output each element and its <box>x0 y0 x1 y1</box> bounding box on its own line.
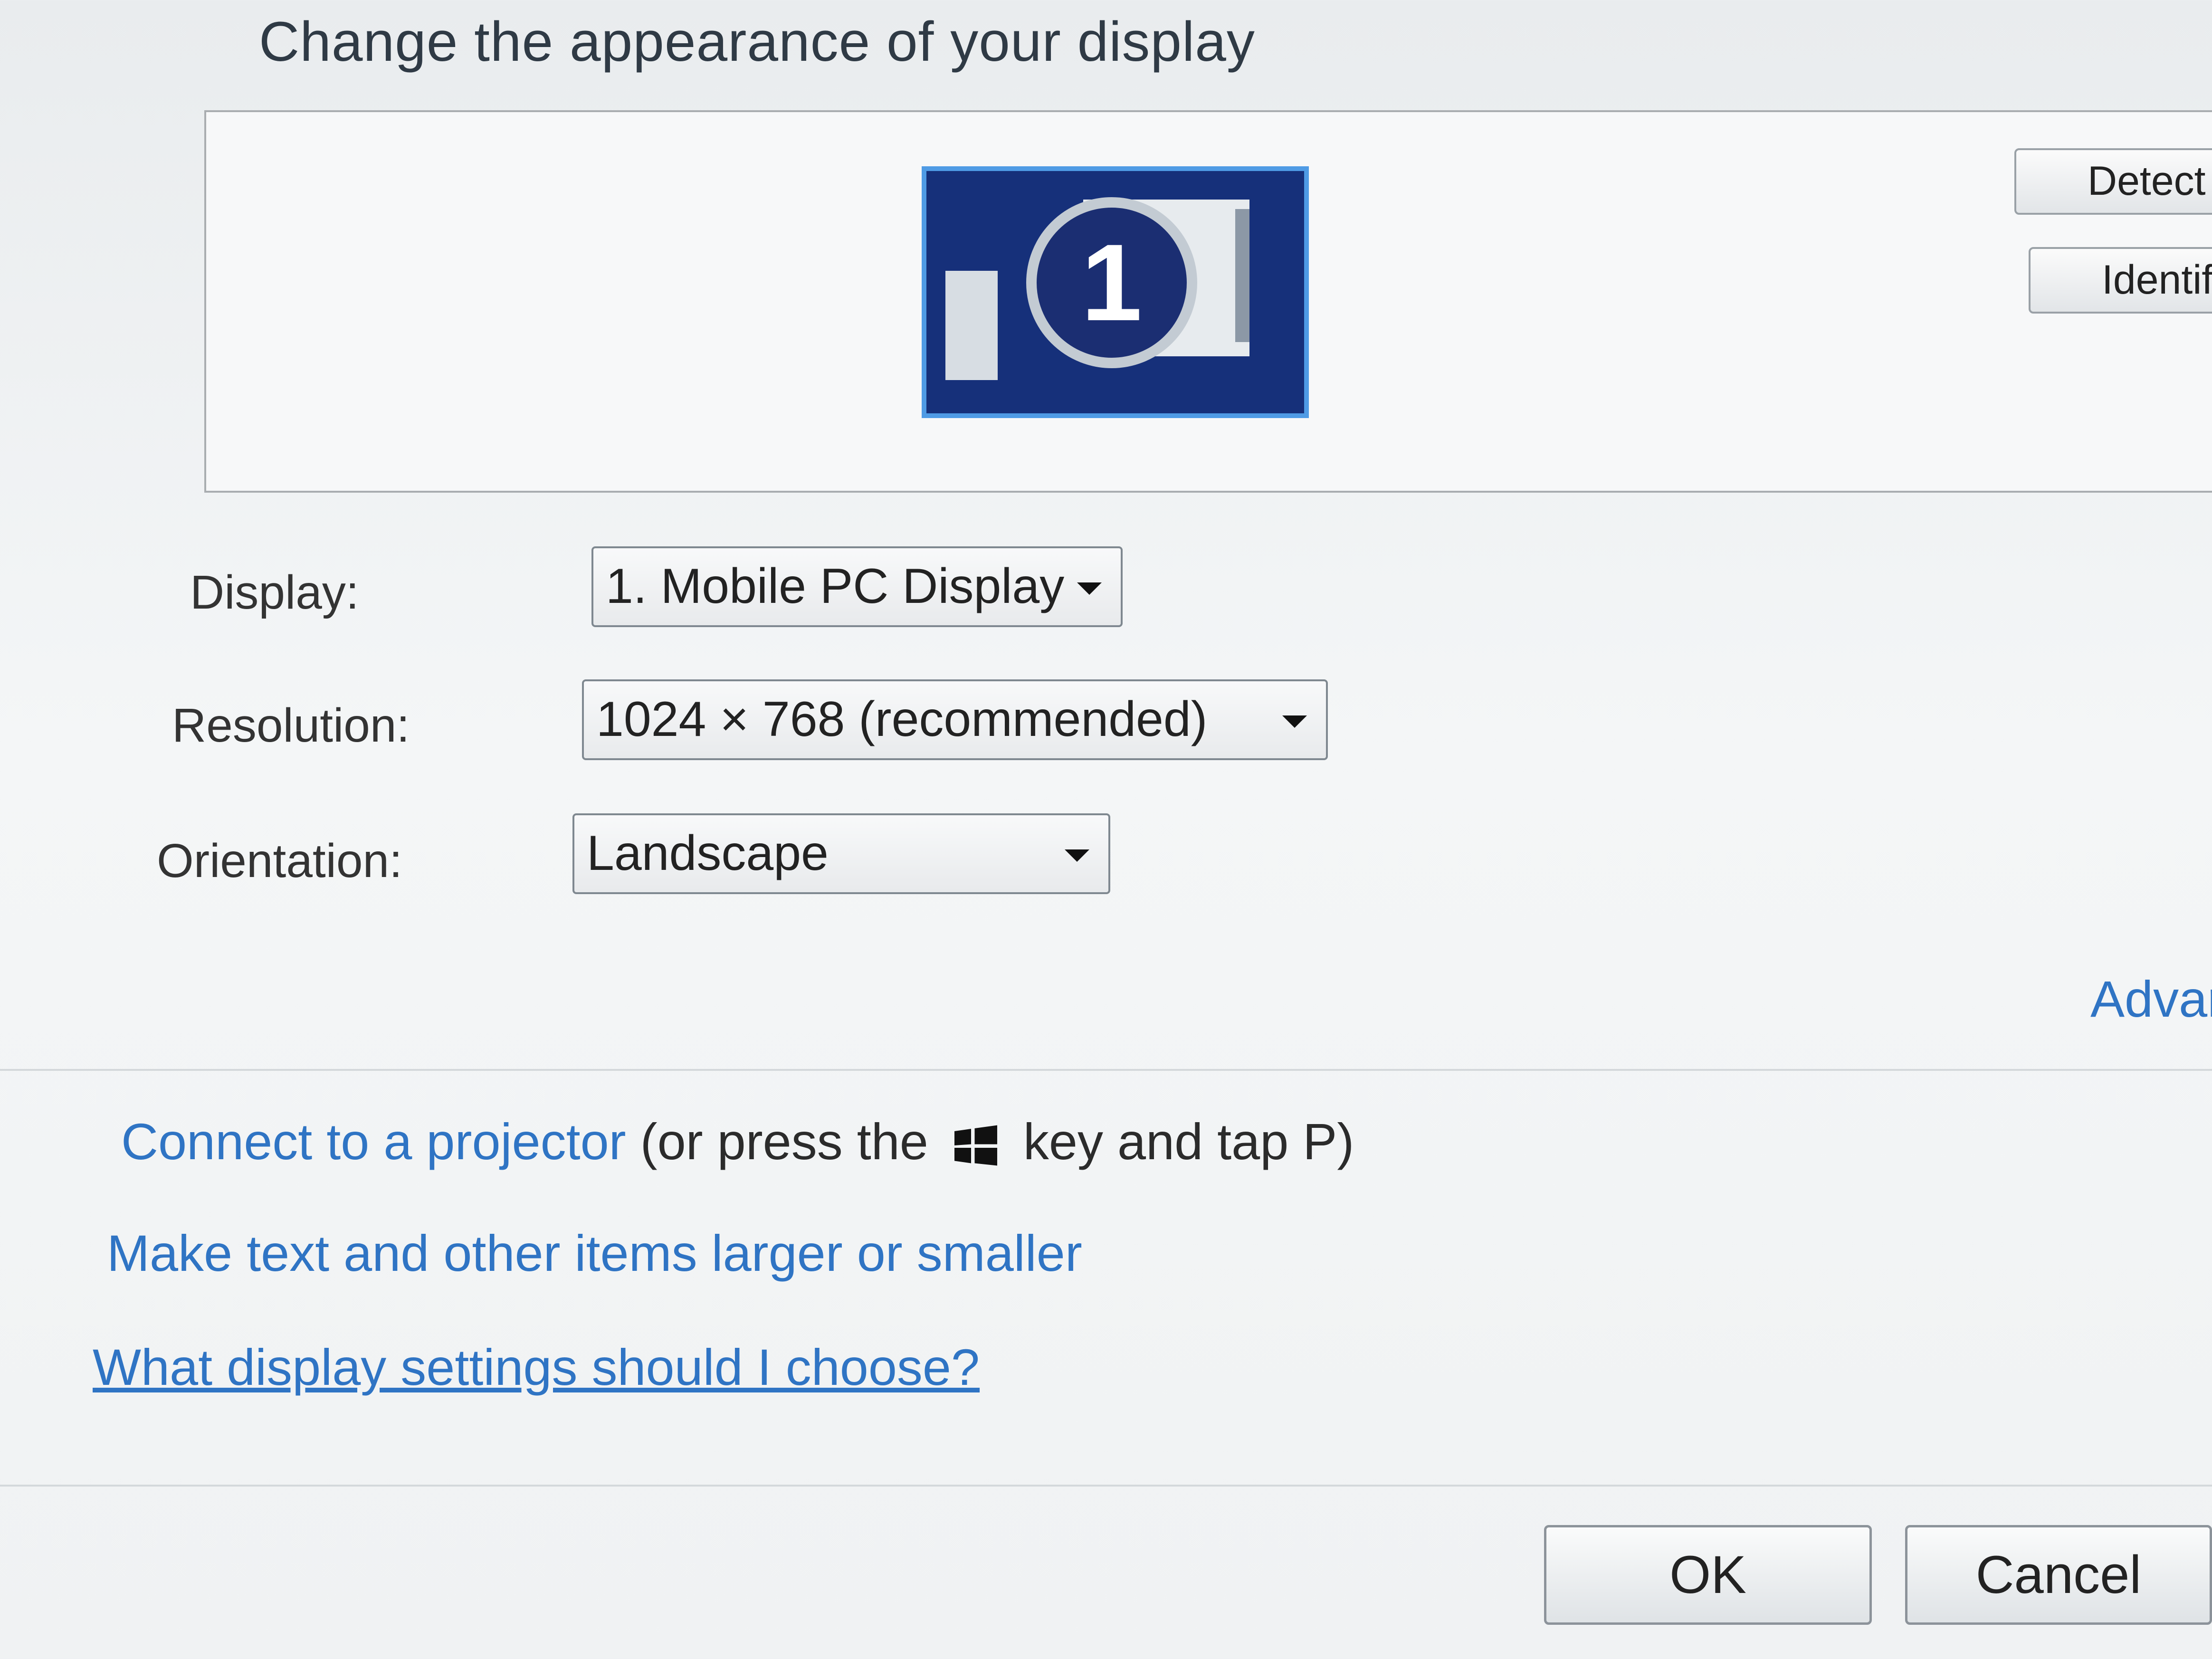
advanced-settings-link[interactable]: Advar <box>2090 969 2212 1029</box>
display-select-value: 1. Mobile PC Display <box>606 559 1065 614</box>
resolution-select[interactable]: 1024 × 768 (recommended) <box>582 679 1328 760</box>
chevron-down-icon <box>1065 849 1089 862</box>
text-size-link[interactable]: Make text and other items larger or smal… <box>107 1223 1082 1283</box>
display-help-link[interactable]: What display settings should I choose? <box>93 1337 980 1397</box>
footer-divider <box>0 1485 2212 1487</box>
cancel-button[interactable]: Cancel <box>1905 1525 2212 1625</box>
identify-button[interactable]: Identif <box>2029 247 2212 314</box>
orientation-label: Orientation: <box>157 834 402 887</box>
resolution-label: Resolution: <box>172 699 410 752</box>
orientation-select-value: Landscape <box>587 826 829 881</box>
section-divider <box>0 1069 2212 1071</box>
ok-button[interactable]: OK <box>1544 1525 1872 1625</box>
chevron-down-icon <box>1282 715 1307 728</box>
thumbnail-scrollbar <box>1235 209 1249 342</box>
monitor-number: 1 <box>1081 221 1142 343</box>
connect-projector-link[interactable]: Connect to a projector <box>121 1113 626 1170</box>
monitor-1-thumbnail[interactable]: 1 <box>922 166 1309 418</box>
windows-key-icon <box>954 1125 997 1166</box>
thumbnail-window-left <box>945 271 998 380</box>
projector-hint-after: key and tap P) <box>1023 1113 1354 1170</box>
monitor-number-badge: 1 <box>1026 197 1197 368</box>
display-select[interactable]: 1. Mobile PC Display <box>591 546 1123 627</box>
display-label: Display: <box>190 566 359 619</box>
chevron-down-icon <box>1077 582 1102 595</box>
projector-row: Connect to a projector (or press the key… <box>121 1112 1354 1171</box>
detect-button[interactable]: Detect <box>2014 148 2212 215</box>
resolution-select-value: 1024 × 768 (recommended) <box>596 692 1208 747</box>
orientation-select[interactable]: Landscape <box>572 813 1110 894</box>
projector-hint-before: (or press the <box>640 1113 928 1170</box>
page-title: Change the appearance of your display <box>259 10 1255 73</box>
